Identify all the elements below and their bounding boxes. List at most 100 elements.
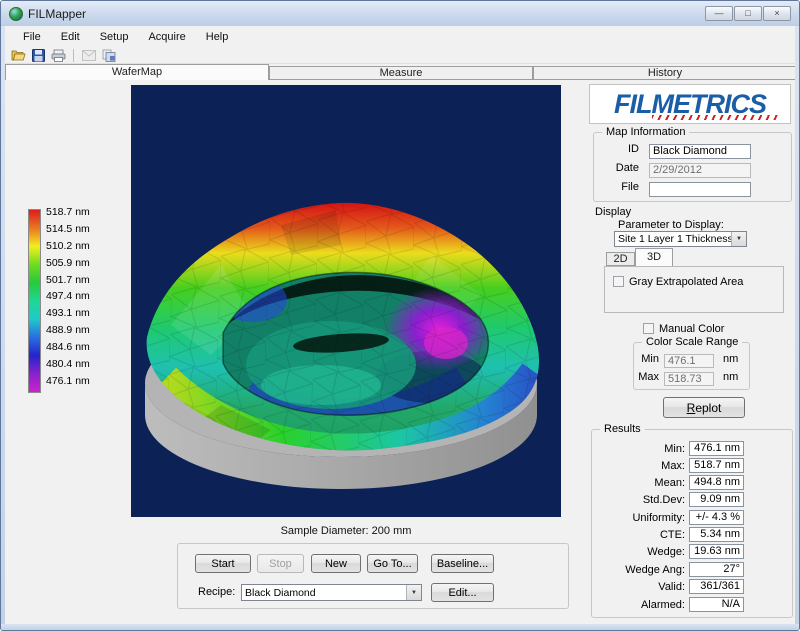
date-field [649,163,751,178]
id-label: ID [601,143,639,155]
result-wedge-value: 19.63 nm [689,544,744,559]
edit-recipe-button[interactable]: Edit... [431,583,494,602]
mail-icon[interactable] [81,48,97,62]
window-frame-bottom [1,624,799,630]
color-scale-label: 497.4 nm [46,288,106,305]
result-max-value: 518.7 nm [689,458,744,473]
color-scale-bar [28,209,41,393]
maximize-button[interactable]: □ [734,6,762,21]
logo-hatch-underline [652,115,780,120]
color-scale-label: 480.4 nm [46,356,106,373]
menu-file[interactable]: File [13,28,51,46]
window-frame-right [795,26,799,630]
result-stddev-value: 9.09 nm [689,492,744,507]
parameter-to-display-label: Parameter to Display: [618,219,724,231]
color-scale-label: 518.7 nm [46,204,106,221]
color-scale-label: 484.6 nm [46,339,106,356]
result-valid-label: Valid: [591,581,685,593]
result-wedgeang-value: 27° [689,562,744,577]
tab-wafermap[interactable]: WaferMap [5,64,269,80]
map-information-title: Map Information [602,126,689,138]
results-title: Results [600,423,645,435]
color-scale-label: 493.1 nm [46,305,106,322]
minimize-button[interactable]: — [705,6,733,21]
stop-button[interactable]: Stop [257,554,304,573]
title-bar[interactable]: FILMapper — □ × [1,1,799,26]
copy-icon[interactable] [101,48,117,62]
goto-button[interactable]: Go To... [367,554,418,573]
replot-button[interactable]: Replot [663,397,745,418]
sample-diameter-caption: Sample Diameter: 200 mm [131,525,561,537]
result-cte-value: 5.34 nm [689,527,744,542]
min-unit: nm [723,353,738,365]
tab-history[interactable]: History [533,66,797,80]
min-field [664,354,714,368]
print-icon[interactable] [50,48,66,62]
wafer-3d-plot[interactable] [131,85,561,517]
color-scale-label: 514.5 nm [46,221,106,238]
parameter-combobox[interactable]: Site 1 Layer 1 Thickness ▼ [614,231,747,247]
menu-acquire[interactable]: Acquire [138,28,195,46]
wafermap-page: 518.7 nm 514.5 nm 510.2 nm 505.9 nm 501.… [5,80,797,626]
baseline-button[interactable]: Baseline... [431,554,494,573]
window-frame-left [1,26,5,630]
gray-extrapolated-label: Gray Extrapolated Area [629,276,743,288]
color-scale-label: 476.1 nm [46,373,106,390]
replot-label-first: R [687,401,696,415]
result-alarmed-label: Alarmed: [591,599,685,611]
result-uniformity-label: Uniformity: [591,512,685,524]
color-scale-label: 505.9 nm [46,255,106,272]
display-3d-panel [604,266,784,313]
main-tab-strip: WaferMap Measure History [5,64,797,80]
result-min-value: 476.1 nm [689,441,744,456]
save-icon[interactable] [30,48,46,62]
app-window: FILMapper — □ × File Edit Setup Acquire … [0,0,800,631]
recipe-combobox[interactable]: Black Diamond ▼ [241,584,422,601]
result-wedgeang-label: Wedge Ang: [591,564,685,576]
date-field-wrap [649,160,751,175]
id-field[interactable] [649,144,751,159]
file-label: File [601,181,639,193]
max-unit: nm [723,371,738,383]
filmetrics-logo: FILMETRICS [589,84,791,124]
max-label: Max [637,371,659,383]
start-button[interactable]: Start [195,554,251,573]
open-folder-icon[interactable] [10,48,26,62]
color-scale-labels: 518.7 nm 514.5 nm 510.2 nm 505.9 nm 501.… [46,204,106,390]
file-field[interactable] [649,182,751,197]
result-cte-label: CTE: [591,529,685,541]
app-icon [9,7,23,21]
color-scale-label: 501.7 nm [46,272,106,289]
menu-help[interactable]: Help [196,28,239,46]
result-mean-label: Mean: [591,477,685,489]
result-valid-value: 361/361 [689,579,744,594]
window-title: FILMapper [28,7,86,21]
min-label: Min [637,353,659,365]
min-field-wrap [664,351,714,365]
result-max-label: Max: [591,460,685,472]
parameter-value: Site 1 Layer 1 Thickness [615,233,731,245]
result-uniformity-value: +/- 4.3 % [689,510,744,525]
menu-setup[interactable]: Setup [90,28,139,46]
chevron-down-icon[interactable]: ▼ [731,232,746,246]
menu-edit[interactable]: Edit [51,28,90,46]
max-field [664,372,714,386]
tab-3d[interactable]: 3D [635,248,673,266]
manual-color-checkbox[interactable] [643,323,654,334]
result-mean-value: 494.8 nm [689,475,744,490]
result-stddev-label: Std.Dev: [591,494,685,506]
result-min-label: Min: [591,443,685,455]
new-button[interactable]: New [311,554,361,573]
color-scale-label: 510.2 nm [46,238,106,255]
close-button[interactable]: × [763,6,791,21]
tab-2d[interactable]: 2D [606,252,635,266]
result-alarmed-value: N/A [689,597,744,612]
gray-extrapolated-checkbox[interactable] [613,276,624,287]
chevron-down-icon[interactable]: ▼ [406,585,421,600]
id-field-wrap [649,141,751,156]
tab-measure[interactable]: Measure [269,66,533,80]
menu-bar: File Edit Setup Acquire Help [5,27,797,47]
result-wedge-label: Wedge: [591,546,685,558]
replot-label-rest: eplot [695,401,721,415]
max-field-wrap [664,369,714,383]
